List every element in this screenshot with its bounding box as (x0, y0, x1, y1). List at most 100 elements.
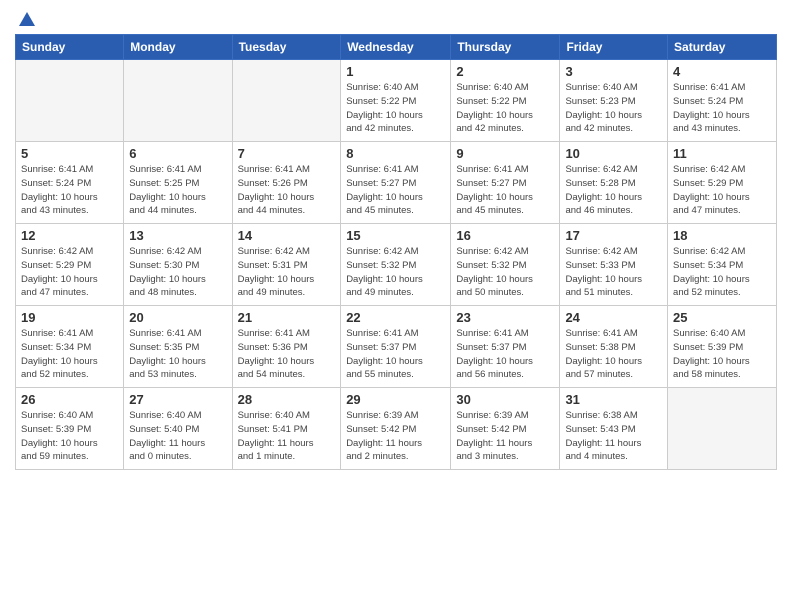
day-number: 11 (673, 146, 771, 161)
day-number: 6 (129, 146, 226, 161)
day-info: Sunrise: 6:40 AM Sunset: 5:41 PM Dayligh… (238, 409, 336, 464)
page-container: SundayMondayTuesdayWednesdayThursdayFrid… (0, 0, 792, 612)
day-number: 13 (129, 228, 226, 243)
calendar-cell: 31Sunrise: 6:38 AM Sunset: 5:43 PM Dayli… (560, 388, 668, 470)
day-number: 8 (346, 146, 445, 161)
calendar-cell: 2Sunrise: 6:40 AM Sunset: 5:22 PM Daylig… (451, 60, 560, 142)
calendar-cell: 5Sunrise: 6:41 AM Sunset: 5:24 PM Daylig… (16, 142, 124, 224)
day-number: 25 (673, 310, 771, 325)
day-info: Sunrise: 6:39 AM Sunset: 5:42 PM Dayligh… (456, 409, 554, 464)
calendar-cell: 3Sunrise: 6:40 AM Sunset: 5:23 PM Daylig… (560, 60, 668, 142)
calendar-week-1: 1 Sunrise: 6:40 AM Sunset: 5:22 PM Daylig… (16, 60, 777, 142)
calendar-cell: 19 Sunrise: 6:41 AM Sunset: 5:34 PM Dayli… (16, 306, 124, 388)
day-number: 12 (21, 228, 118, 243)
day-info: Sunrise: 6:42 AM Sunset: 5:34 PM Dayligh… (673, 245, 771, 300)
calendar-cell: 24 Sunrise: 6:41 AM Sunset: 5:38 PM Dayli… (560, 306, 668, 388)
day-number: 20 (129, 310, 226, 325)
day-number: 18 (673, 228, 771, 243)
calendar-body: 1 Sunrise: 6:40 AM Sunset: 5:22 PM Daylig… (16, 60, 777, 470)
day-number: 17 (565, 228, 662, 243)
calendar-cell: 14 Sunrise: 6:42 AM Sunset: 5:31 PM Dayli… (232, 224, 341, 306)
day-info: Sunrise: 6:39 AM Sunset: 5:42 PM Dayligh… (346, 409, 445, 464)
day-number: 29 (346, 392, 445, 407)
day-info: Sunrise: 6:41 AM Sunset: 5:27 PM Dayligh… (346, 163, 445, 218)
calendar-cell: 17 Sunrise: 6:42 AM Sunset: 5:33 PM Dayli… (560, 224, 668, 306)
calendar-cell: 15 Sunrise: 6:42 AM Sunset: 5:32 PM Dayli… (341, 224, 451, 306)
day-info: Sunrise: 6:42 AM Sunset: 5:29 PM Dayligh… (21, 245, 118, 300)
calendar-cell: 27 Sunrise: 6:40 AM Sunset: 5:40 PM Dayli… (124, 388, 232, 470)
calendar-cell: 22Sunrise: 6:41 AM Sunset: 5:37 PM Dayli… (341, 306, 451, 388)
day-info: Sunrise: 6:40 AM Sunset: 5:39 PM Dayligh… (21, 409, 118, 464)
day-info: Sunrise: 6:38 AM Sunset: 5:43 PM Dayligh… (565, 409, 662, 464)
day-number: 28 (238, 392, 336, 407)
day-number: 19 (21, 310, 118, 325)
day-number: 27 (129, 392, 226, 407)
calendar-cell: 12 Sunrise: 6:42 AM Sunset: 5:29 PM Dayli… (16, 224, 124, 306)
calendar-cell: 18 Sunrise: 6:42 AM Sunset: 5:34 PM Dayli… (668, 224, 777, 306)
logo-text (15, 10, 37, 30)
day-info: Sunrise: 6:42 AM Sunset: 5:32 PM Dayligh… (456, 245, 554, 300)
calendar-week-4: 19 Sunrise: 6:41 AM Sunset: 5:34 PM Dayli… (16, 306, 777, 388)
weekday-header-tuesday: Tuesday (232, 35, 341, 60)
day-info: Sunrise: 6:42 AM Sunset: 5:33 PM Dayligh… (565, 245, 662, 300)
day-info: Sunrise: 6:41 AM Sunset: 5:24 PM Dayligh… (673, 81, 771, 136)
day-number: 26 (21, 392, 118, 407)
day-number: 14 (238, 228, 336, 243)
day-number: 5 (21, 146, 118, 161)
day-info: Sunrise: 6:41 AM Sunset: 5:34 PM Dayligh… (21, 327, 118, 382)
day-number: 15 (346, 228, 445, 243)
calendar-cell (16, 60, 124, 142)
weekday-header-saturday: Saturday (668, 35, 777, 60)
day-number: 24 (565, 310, 662, 325)
weekday-header-friday: Friday (560, 35, 668, 60)
weekday-header-thursday: Thursday (451, 35, 560, 60)
calendar-cell: 1 Sunrise: 6:40 AM Sunset: 5:22 PM Daylig… (341, 60, 451, 142)
calendar-cell (124, 60, 232, 142)
logo-icon (17, 10, 37, 30)
day-info: Sunrise: 6:40 AM Sunset: 5:22 PM Dayligh… (346, 81, 445, 136)
weekday-header-monday: Monday (124, 35, 232, 60)
day-number: 30 (456, 392, 554, 407)
calendar-week-3: 12 Sunrise: 6:42 AM Sunset: 5:29 PM Dayli… (16, 224, 777, 306)
calendar-cell: 21 Sunrise: 6:41 AM Sunset: 5:36 PM Dayli… (232, 306, 341, 388)
day-info: Sunrise: 6:42 AM Sunset: 5:30 PM Dayligh… (129, 245, 226, 300)
calendar-cell: 6 Sunrise: 6:41 AM Sunset: 5:25 PM Daylig… (124, 142, 232, 224)
calendar-header: SundayMondayTuesdayWednesdayThursdayFrid… (16, 35, 777, 60)
calendar-cell: 29 Sunrise: 6:39 AM Sunset: 5:42 PM Dayli… (341, 388, 451, 470)
calendar-cell: 20Sunrise: 6:41 AM Sunset: 5:35 PM Dayli… (124, 306, 232, 388)
calendar-cell: 30 Sunrise: 6:39 AM Sunset: 5:42 PM Dayli… (451, 388, 560, 470)
calendar-cell (668, 388, 777, 470)
day-number: 10 (565, 146, 662, 161)
calendar-cell: 7 Sunrise: 6:41 AM Sunset: 5:26 PM Daylig… (232, 142, 341, 224)
calendar-cell: 16Sunrise: 6:42 AM Sunset: 5:32 PM Dayli… (451, 224, 560, 306)
day-info: Sunrise: 6:41 AM Sunset: 5:38 PM Dayligh… (565, 327, 662, 382)
day-number: 7 (238, 146, 336, 161)
day-info: Sunrise: 6:41 AM Sunset: 5:37 PM Dayligh… (456, 327, 554, 382)
calendar-cell: 25Sunrise: 6:40 AM Sunset: 5:39 PM Dayli… (668, 306, 777, 388)
calendar-cell: 9Sunrise: 6:41 AM Sunset: 5:27 PM Daylig… (451, 142, 560, 224)
day-info: Sunrise: 6:41 AM Sunset: 5:36 PM Dayligh… (238, 327, 336, 382)
calendar-week-2: 5Sunrise: 6:41 AM Sunset: 5:24 PM Daylig… (16, 142, 777, 224)
day-number: 1 (346, 64, 445, 79)
calendar-week-5: 26 Sunrise: 6:40 AM Sunset: 5:39 PM Dayli… (16, 388, 777, 470)
day-info: Sunrise: 6:42 AM Sunset: 5:32 PM Dayligh… (346, 245, 445, 300)
calendar-table: SundayMondayTuesdayWednesdayThursdayFrid… (15, 34, 777, 470)
day-number: 21 (238, 310, 336, 325)
day-info: Sunrise: 6:40 AM Sunset: 5:40 PM Dayligh… (129, 409, 226, 464)
logo (15, 10, 37, 26)
day-number: 2 (456, 64, 554, 79)
day-info: Sunrise: 6:41 AM Sunset: 5:37 PM Dayligh… (346, 327, 445, 382)
calendar-cell: 8 Sunrise: 6:41 AM Sunset: 5:27 PM Daylig… (341, 142, 451, 224)
calendar-cell: 10Sunrise: 6:42 AM Sunset: 5:28 PM Dayli… (560, 142, 668, 224)
day-info: Sunrise: 6:41 AM Sunset: 5:25 PM Dayligh… (129, 163, 226, 218)
calendar-cell: 11Sunrise: 6:42 AM Sunset: 5:29 PM Dayli… (668, 142, 777, 224)
day-info: Sunrise: 6:41 AM Sunset: 5:26 PM Dayligh… (238, 163, 336, 218)
calendar-cell: 13 Sunrise: 6:42 AM Sunset: 5:30 PM Dayli… (124, 224, 232, 306)
day-info: Sunrise: 6:41 AM Sunset: 5:27 PM Dayligh… (456, 163, 554, 218)
day-number: 4 (673, 64, 771, 79)
day-info: Sunrise: 6:42 AM Sunset: 5:31 PM Dayligh… (238, 245, 336, 300)
day-number: 3 (565, 64, 662, 79)
calendar-cell (232, 60, 341, 142)
weekday-header-sunday: Sunday (16, 35, 124, 60)
day-number: 23 (456, 310, 554, 325)
